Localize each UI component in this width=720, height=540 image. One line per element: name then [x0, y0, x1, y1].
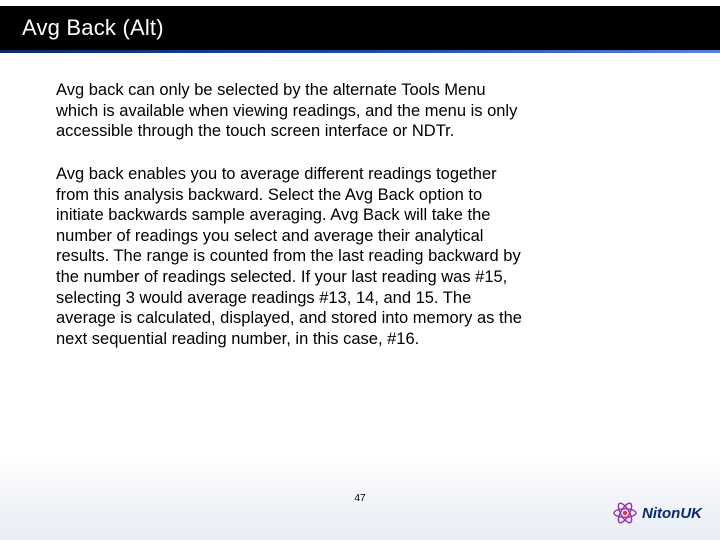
slide-title: Avg Back (Alt)	[0, 15, 164, 41]
body-text-area: Avg back can only be selected by the alt…	[56, 80, 526, 372]
brand-logo-text: NitonUK	[642, 505, 702, 522]
title-underline	[0, 50, 720, 53]
title-bar: Avg Back (Alt)	[0, 6, 720, 50]
brand-logo: NitonUK	[612, 500, 702, 526]
paragraph-1: Avg back can only be selected by the alt…	[56, 80, 526, 142]
atom-icon	[612, 500, 638, 526]
slide-container: Avg Back (Alt) Avg back can only be sele…	[0, 0, 720, 540]
paragraph-2: Avg back enables you to average differen…	[56, 164, 526, 350]
